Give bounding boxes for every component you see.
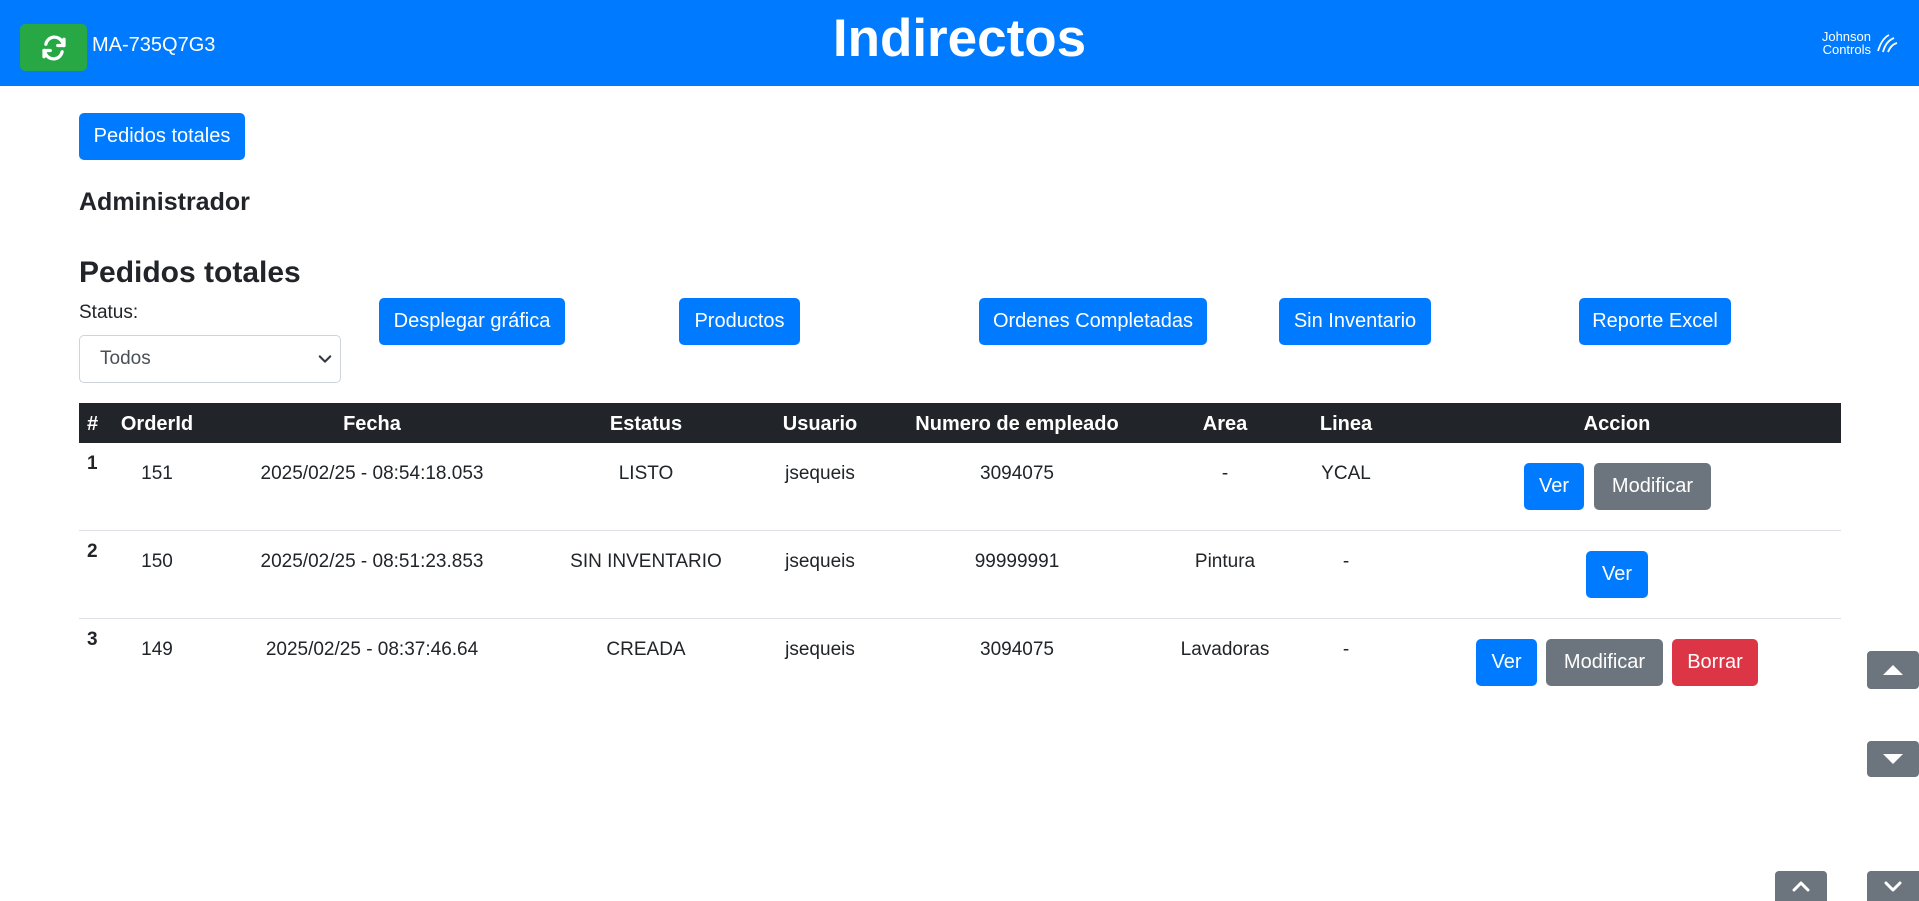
orders-table: # OrderId Fecha Estatus Usuario Numero d… bbox=[79, 403, 1841, 707]
usuario-cell: jsequeis bbox=[785, 639, 855, 660]
linea-cell: YCAL bbox=[1321, 463, 1371, 484]
delete-button[interactable]: Borrar bbox=[1672, 639, 1758, 686]
header-usuario: Usuario bbox=[782, 413, 858, 435]
view-button[interactable]: Ver bbox=[1586, 551, 1648, 598]
header-fecha: Fecha bbox=[343, 413, 401, 435]
caret-down-icon bbox=[1883, 754, 1903, 764]
chevron-down-icon bbox=[1884, 881, 1902, 892]
scroll-down-button[interactable] bbox=[1867, 741, 1919, 777]
status-selected-value: Todos bbox=[100, 348, 151, 369]
fecha-cell: 2025/02/25 - 08:54:18.053 bbox=[260, 463, 484, 484]
table-header: # OrderId Fecha Estatus Usuario Numero d… bbox=[79, 403, 1841, 443]
brand-line-2: Controls bbox=[1822, 42, 1871, 57]
area-cell: Lavadoras bbox=[1180, 639, 1270, 660]
order-id-cell: 149 bbox=[141, 639, 173, 660]
excel-report-button[interactable]: Reporte Excel bbox=[1579, 298, 1731, 345]
fecha-cell: 2025/02/25 - 08:37:46.64 bbox=[265, 639, 479, 660]
scroll-up-button[interactable] bbox=[1867, 651, 1919, 689]
chevron-down-icon bbox=[318, 355, 332, 363]
header-estatus: Estatus bbox=[609, 413, 683, 435]
area-cell: - bbox=[1221, 463, 1229, 484]
view-button[interactable]: Ver bbox=[1524, 463, 1584, 510]
header-accion: Accion bbox=[1583, 413, 1651, 435]
brand-name: Johnson Controls bbox=[1822, 30, 1871, 56]
order-id-cell: 151 bbox=[141, 463, 173, 484]
modify-button[interactable]: Modificar bbox=[1546, 639, 1663, 686]
header-linea: Linea bbox=[1319, 413, 1373, 435]
page-bottom-button[interactable] bbox=[1867, 871, 1919, 901]
linea-cell: - bbox=[1342, 639, 1350, 660]
row-index: 2 bbox=[87, 541, 98, 562]
header-index: # bbox=[87, 413, 99, 435]
usuario-cell: jsequeis bbox=[785, 551, 855, 572]
brand-logo: Johnson Controls bbox=[1822, 30, 1899, 56]
table-row: 2 150 2025/02/25 - 08:51:23.853 SIN INVE… bbox=[79, 531, 1841, 619]
show-chart-button[interactable]: Desplegar gráfica bbox=[379, 298, 565, 345]
order-id-cell: 150 bbox=[141, 551, 173, 572]
modify-button[interactable]: Modificar bbox=[1594, 463, 1711, 510]
completed-orders-button[interactable]: Ordenes Completadas bbox=[979, 298, 1207, 345]
estatus-cell: SIN INVENTARIO bbox=[570, 551, 722, 572]
top-bar: MA-735Q7G3 Indirectos Johnson Controls bbox=[0, 0, 1919, 86]
caret-up-icon bbox=[1883, 665, 1903, 675]
pedidos-totales-button[interactable]: Pedidos totales bbox=[79, 113, 245, 160]
chevron-up-icon bbox=[1792, 881, 1810, 892]
header-empleado: Numero de empleado bbox=[915, 413, 1119, 435]
header-order-id: OrderId bbox=[120, 413, 194, 435]
empleado-cell: 3094075 bbox=[980, 463, 1054, 484]
no-stock-button[interactable]: Sin Inventario bbox=[1279, 298, 1431, 345]
estatus-cell: LISTO bbox=[618, 463, 674, 484]
page-title: Indirectos bbox=[832, 9, 1087, 68]
user-role-heading: Administrador bbox=[79, 188, 250, 216]
products-button[interactable]: Productos bbox=[679, 298, 800, 345]
page-top-button[interactable] bbox=[1775, 871, 1827, 901]
linea-cell: - bbox=[1342, 551, 1350, 572]
empleado-cell: 3094075 bbox=[980, 639, 1054, 660]
table-row: 3 149 2025/02/25 - 08:37:46.64 CREADA js… bbox=[79, 619, 1841, 707]
row-index: 1 bbox=[87, 453, 98, 474]
area-cell: Pintura bbox=[1194, 551, 1256, 572]
fecha-cell: 2025/02/25 - 08:51:23.853 bbox=[260, 551, 484, 572]
table-row: 1 151 2025/02/25 - 08:54:18.053 LISTO js… bbox=[79, 443, 1841, 531]
header-area: Area bbox=[1202, 413, 1248, 435]
status-label: Status: bbox=[79, 302, 139, 323]
empleado-cell: 99999991 bbox=[974, 551, 1060, 572]
view-button[interactable]: Ver bbox=[1476, 639, 1537, 686]
usuario-cell: jsequeis bbox=[785, 463, 855, 484]
brand-mark-icon bbox=[1877, 34, 1898, 53]
status-select[interactable]: Todos bbox=[79, 335, 341, 383]
row-index: 3 bbox=[87, 629, 98, 650]
estatus-cell: CREADA bbox=[606, 639, 686, 660]
section-title: Pedidos totales bbox=[79, 256, 301, 289]
